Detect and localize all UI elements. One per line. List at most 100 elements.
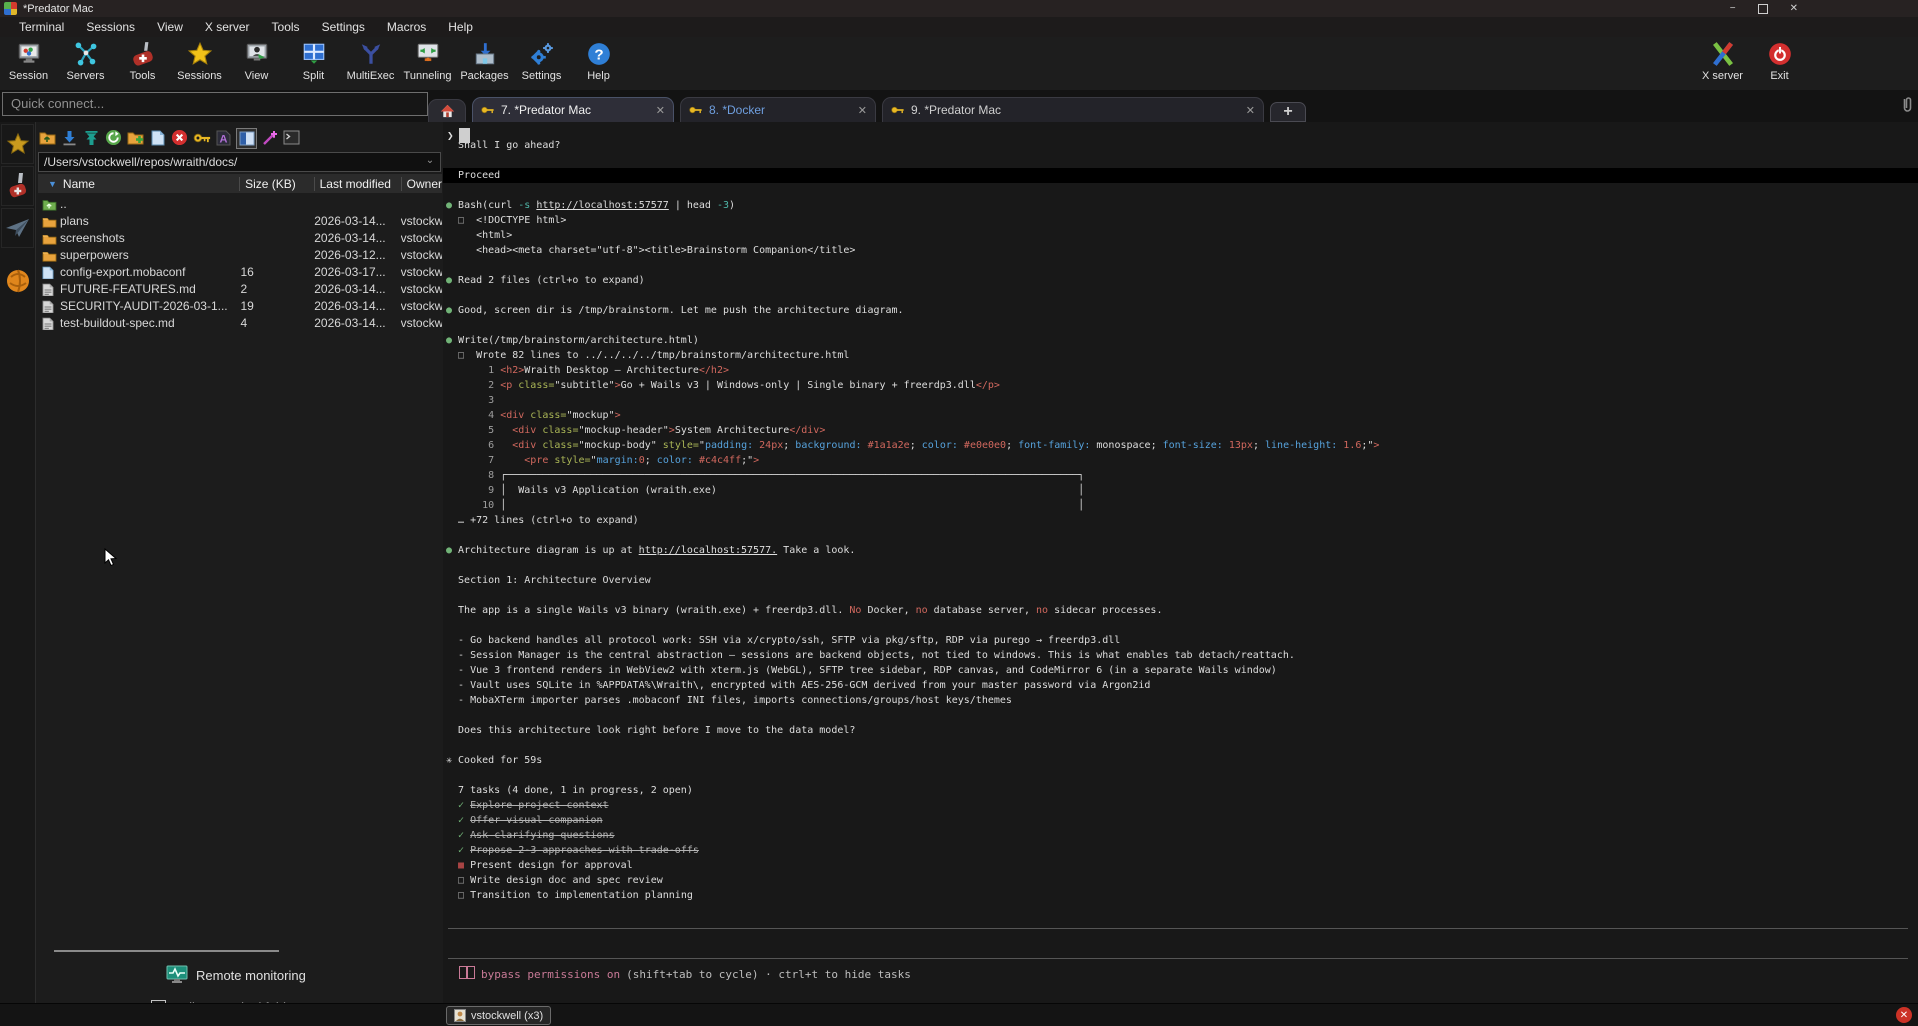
file-modified: 2026-03-14...	[314, 231, 400, 245]
paperclip-icon[interactable]	[1900, 96, 1914, 114]
quick-connect-input[interactable]: Quick connect...	[2, 92, 428, 116]
toolbar-button-session[interactable]: Session	[0, 37, 57, 90]
path-dropdown-chevron-icon[interactable]: ⌄	[423, 154, 437, 168]
terminal-status-line: bypass permissions on (shift+tab to cycl…	[459, 966, 911, 982]
upload-icon[interactable]	[82, 128, 101, 147]
toolbar-button-help[interactable]: ? Help	[570, 37, 627, 90]
file-modified: 2026-03-14...	[314, 299, 400, 313]
column-header-modified[interactable]: Last modified	[315, 177, 402, 191]
new-folder-icon[interactable]	[126, 128, 145, 147]
terminal-pane[interactable]: Shall I go ahead? Proceed● Bash(curl -s …	[443, 122, 1918, 1003]
toolbar-button-settings[interactable]: Settings	[513, 37, 570, 90]
file-owner: vstockw	[401, 299, 442, 313]
toolbar-label: Sessions	[177, 70, 222, 82]
menu-item-sessions[interactable]: Sessions	[75, 18, 146, 36]
session-key-icon	[689, 104, 703, 116]
shell-session-tab[interactable]: vstockwell (x3)	[446, 1006, 551, 1025]
session-tab-7-predator-mac[interactable]: 7. *Predator Mac ✕	[472, 97, 674, 122]
download-icon[interactable]	[60, 128, 79, 147]
macros-knife-icon[interactable]	[1, 166, 34, 206]
toolbar-button-servers[interactable]: Servers	[57, 37, 114, 90]
globe-icon[interactable]	[2, 262, 33, 300]
prompt-input[interactable]: ❯	[447, 128, 470, 143]
refresh-icon[interactable]	[104, 128, 123, 147]
console-icon[interactable]	[282, 128, 301, 147]
toolbar-label: Tunneling	[404, 70, 452, 82]
path-input[interactable]: /Users/vstockwell/repos/wraith/docs/ ⌄	[38, 152, 441, 172]
toolbar-button-sessions[interactable]: Sessions	[171, 37, 228, 90]
terminal-line: □ Transition to implementation planning	[443, 888, 1918, 903]
new-tab-button[interactable]: +	[1270, 102, 1306, 122]
delete-icon[interactable]	[170, 128, 189, 147]
file-row-security-audit-2026-03-1-[interactable]: SECURITY-AUDIT-2026-03-1...192026-03-14.…	[38, 297, 442, 314]
toolbar-button-multiexec[interactable]: MultiExec	[342, 37, 399, 90]
close-button[interactable]: ✕	[1790, 3, 1798, 14]
paper-plane-icon[interactable]	[1, 208, 34, 248]
remote-monitoring-button[interactable]: Remote monitoring	[166, 965, 306, 985]
file-row-superpowers[interactable]: superpowers2026-03-12...vstockw	[38, 246, 442, 263]
menu-item-x-server[interactable]: X server	[194, 18, 261, 36]
menu-item-tools[interactable]: Tools	[261, 18, 311, 36]
title-bar: *Predator Mac − ✕	[0, 0, 1918, 17]
help-icon: ?	[585, 40, 613, 68]
file-row-test-buildout-spec-md[interactable]: test-buildout-spec.md42026-03-14...vstoc…	[38, 314, 442, 331]
toolbar-label: Help	[587, 70, 610, 82]
terminal-line: - Vault uses SQLite in %APPDATA%\Wraith\…	[443, 678, 1918, 693]
key-icon[interactable]	[192, 128, 211, 147]
toolbar-button-packages[interactable]: Packages	[456, 37, 513, 90]
terminal-line: - Vue 3 frontend renders in WebView2 wit…	[443, 663, 1918, 678]
font-icon[interactable]: A	[214, 128, 233, 147]
toolbar-button-view[interactable]: View	[228, 37, 285, 90]
tab-strip: 7. *Predator Mac✕8. *Docker✕9. *Predator…	[428, 94, 1888, 122]
terminal-line: ✓ Offer visual companion	[443, 813, 1918, 828]
tab-label: 7. *Predator Mac	[501, 103, 591, 117]
file-row-future-features-md[interactable]: FUTURE-FEATURES.md22026-03-14...vstockw	[38, 280, 442, 297]
folder-up-icon[interactable]	[38, 128, 57, 147]
toolbar-button-split[interactable]: Split	[285, 37, 342, 90]
new-file-icon[interactable]	[148, 128, 167, 147]
session-tab-8-docker[interactable]: 8. *Docker✕	[680, 97, 876, 122]
panel-toggle-icon[interactable]	[236, 128, 257, 149]
terminal-line: 4 <div class="mockup">	[443, 408, 1918, 423]
notdef-glyph	[467, 966, 475, 979]
file-row-config-export-mobaconf[interactable]: config-export.mobaconf162026-03-17...vst…	[38, 263, 442, 280]
file-row--[interactable]: ..	[38, 195, 442, 212]
tab-close-icon[interactable]: ✕	[646, 104, 665, 117]
file-browser-panel: A /Users/vstockwell/repos/wraith/docs/ ⌄…	[36, 122, 443, 1003]
toolbar-button-exit[interactable]: Exit	[1751, 37, 1808, 82]
menu-item-macros[interactable]: Macros	[376, 18, 437, 36]
file-row-screenshots[interactable]: screenshots2026-03-14...vstockw	[38, 229, 442, 246]
minimize-button[interactable]: −	[1730, 3, 1736, 14]
terminal-line: ● Architecture diagram is up at http://l…	[443, 543, 1918, 558]
terminal-line: Does this architecture look right before…	[443, 723, 1918, 738]
permission-mode-label: bypass permissions on	[481, 968, 620, 981]
terminal-line: 6 <div class="mockup-body" style="paddin…	[443, 438, 1918, 453]
sidebar-divider	[54, 950, 279, 952]
toolbar-button-tools[interactable]: Tools	[114, 37, 171, 90]
file-row-plans[interactable]: plans2026-03-14...vstockw	[38, 212, 442, 229]
prompt-box	[448, 928, 1908, 959]
notdef-glyph	[459, 966, 467, 979]
tab-home[interactable]	[428, 99, 466, 122]
wand-icon[interactable]	[260, 128, 279, 147]
svg-text:?: ?	[594, 46, 603, 63]
column-header-owner[interactable]: Owner	[402, 177, 442, 191]
file-owner: vstockw	[401, 316, 442, 330]
menu-item-help[interactable]: Help	[437, 18, 484, 36]
session-tab-9-predator-mac[interactable]: 9. *Predator Mac✕	[882, 97, 1264, 122]
tab-close-icon[interactable]: ✕	[848, 104, 867, 117]
menu-item-view[interactable]: View	[146, 18, 194, 36]
toolbar-button-tunneling[interactable]: Tunneling	[399, 37, 456, 90]
maximize-button[interactable]	[1758, 4, 1768, 14]
column-header-name[interactable]: ▼Name	[38, 177, 240, 191]
split-icon	[300, 40, 328, 68]
tab-close-icon[interactable]: ✕	[1236, 104, 1255, 117]
favorites-star-icon[interactable]	[1, 124, 34, 164]
menu-item-terminal[interactable]: Terminal	[8, 18, 75, 36]
bottom-bar: vstockwell (x3) ✕	[0, 1003, 1918, 1026]
column-header-size[interactable]: Size (KB)	[240, 177, 315, 191]
bottom-close-button[interactable]: ✕	[1896, 1007, 1912, 1023]
toolbar-button-x-server[interactable]: X server	[1694, 37, 1751, 82]
mobaxterm-window: *Predator Mac − ✕ TerminalSessionsViewX …	[0, 0, 1918, 1026]
menu-item-settings[interactable]: Settings	[311, 18, 376, 36]
